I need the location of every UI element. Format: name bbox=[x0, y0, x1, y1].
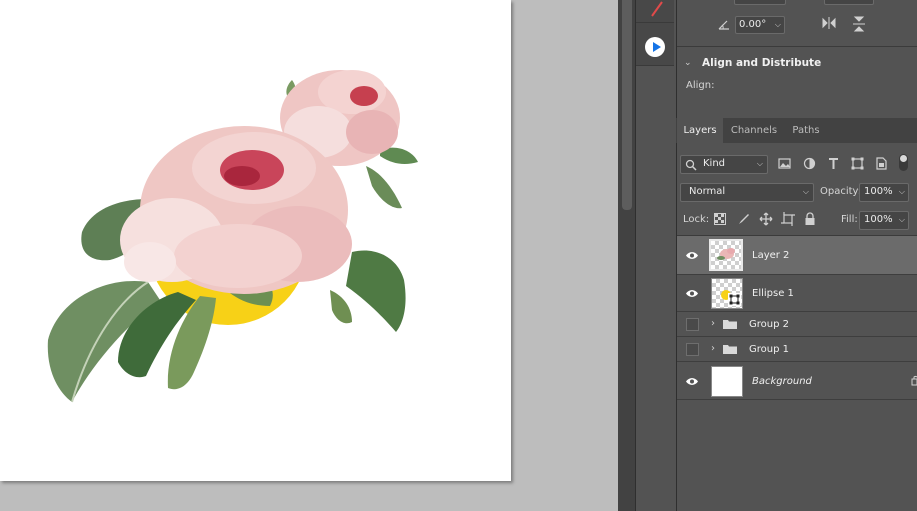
tab-channels[interactable]: Channels bbox=[725, 118, 783, 143]
flip-horizontal-icon[interactable] bbox=[822, 16, 838, 30]
artwork bbox=[47, 70, 418, 403]
filter-type-icon[interactable] bbox=[827, 157, 840, 170]
leaf-right-mid bbox=[366, 166, 402, 209]
leaf-right-small bbox=[330, 290, 352, 324]
opacity-label: Opacity: bbox=[820, 186, 862, 197]
section-divider bbox=[677, 46, 917, 47]
height-field[interactable] bbox=[824, 0, 874, 5]
filter-toggle-knob bbox=[900, 155, 907, 162]
visibility-toggle[interactable] bbox=[686, 318, 699, 331]
lock-position-icon[interactable] bbox=[759, 212, 773, 226]
blend-mode-value: Normal bbox=[689, 186, 726, 197]
fill-value: 100% bbox=[864, 214, 893, 225]
play-icon bbox=[653, 42, 661, 52]
lock-icon[interactable] bbox=[911, 375, 917, 386]
chevron-right-icon[interactable]: › bbox=[711, 318, 715, 329]
opacity-value: 100% bbox=[864, 186, 893, 197]
tab-layers[interactable]: Layers bbox=[677, 118, 723, 143]
visibility-toggle[interactable] bbox=[686, 343, 699, 356]
eye-icon[interactable] bbox=[685, 251, 699, 260]
folder-icon bbox=[723, 345, 737, 354]
lock-artboard-icon[interactable] bbox=[781, 212, 795, 226]
align-distribute-title[interactable]: Align and Distribute bbox=[702, 57, 821, 69]
filter-kind-value: Kind bbox=[703, 158, 726, 169]
search-icon bbox=[685, 159, 697, 171]
align-label: Align: bbox=[686, 80, 715, 91]
fill-label: Fill: bbox=[841, 214, 858, 225]
brush-tool-button[interactable] bbox=[636, 0, 674, 23]
brush-icon bbox=[651, 1, 663, 17]
lock-transparent-pixels-icon[interactable] bbox=[714, 213, 726, 225]
filter-shape-icon[interactable] bbox=[851, 157, 864, 170]
fill-field[interactable]: 100% ⌵ bbox=[859, 211, 909, 230]
chevron-down-icon: ⌵ bbox=[898, 215, 905, 224]
tab-paths[interactable]: Paths bbox=[785, 118, 827, 143]
chevron-down-icon: ⌵ bbox=[756, 159, 763, 168]
lock-all-icon[interactable] bbox=[804, 212, 816, 226]
layer-name-layer-2[interactable]: Layer 2 bbox=[752, 250, 789, 261]
eye-icon[interactable] bbox=[685, 377, 699, 386]
layer-name-ellipse-1[interactable]: Ellipse 1 bbox=[752, 288, 794, 299]
blend-mode-select[interactable]: Normal ⌵ bbox=[680, 183, 814, 202]
layer-name-group-2[interactable]: Group 2 bbox=[749, 319, 789, 330]
layer-name-group-1[interactable]: Group 1 bbox=[749, 344, 789, 355]
layer-filter-kind[interactable]: Kind ⌵ bbox=[680, 155, 768, 174]
collapsed-panel-strip bbox=[635, 0, 677, 511]
layer-thumbnail-layer-2[interactable] bbox=[709, 239, 743, 271]
chevron-down-icon: ⌵ bbox=[898, 187, 905, 196]
lock-label: Lock: bbox=[683, 214, 710, 225]
eye-icon[interactable] bbox=[685, 289, 699, 298]
chevron-right-icon[interactable]: › bbox=[711, 343, 715, 354]
lock-image-pixels-icon[interactable] bbox=[737, 212, 751, 226]
flip-vertical-icon[interactable] bbox=[852, 16, 866, 32]
document-canvas[interactable] bbox=[0, 0, 511, 481]
vector-shape-badge-icon bbox=[728, 293, 741, 306]
angle-field[interactable]: 0.00° ⌵ bbox=[735, 16, 785, 34]
filter-adjustment-icon[interactable] bbox=[803, 157, 816, 170]
leaf-right-lower bbox=[346, 250, 406, 332]
opacity-field[interactable]: 100% ⌵ bbox=[859, 183, 909, 202]
filter-toggle[interactable] bbox=[899, 154, 908, 171]
angle-icon bbox=[718, 20, 729, 30]
angle-value: 0.00° bbox=[739, 19, 767, 30]
chevron-down-icon: ⌵ bbox=[802, 187, 809, 196]
folder-icon bbox=[723, 320, 737, 329]
chevron-down-icon: ⌵ bbox=[774, 20, 781, 29]
rose-thumbnail-icon bbox=[717, 248, 735, 260]
filter-pixel-icon[interactable] bbox=[778, 157, 791, 170]
width-field[interactable] bbox=[734, 0, 786, 5]
layer-thumbnail-background[interactable] bbox=[711, 366, 743, 397]
chevron-down-icon[interactable]: ⌄ bbox=[684, 58, 692, 68]
scrollbar-thumb[interactable] bbox=[622, 0, 632, 210]
layer-name-background[interactable]: Background bbox=[752, 376, 812, 387]
filter-smart-object-icon[interactable] bbox=[875, 157, 888, 170]
